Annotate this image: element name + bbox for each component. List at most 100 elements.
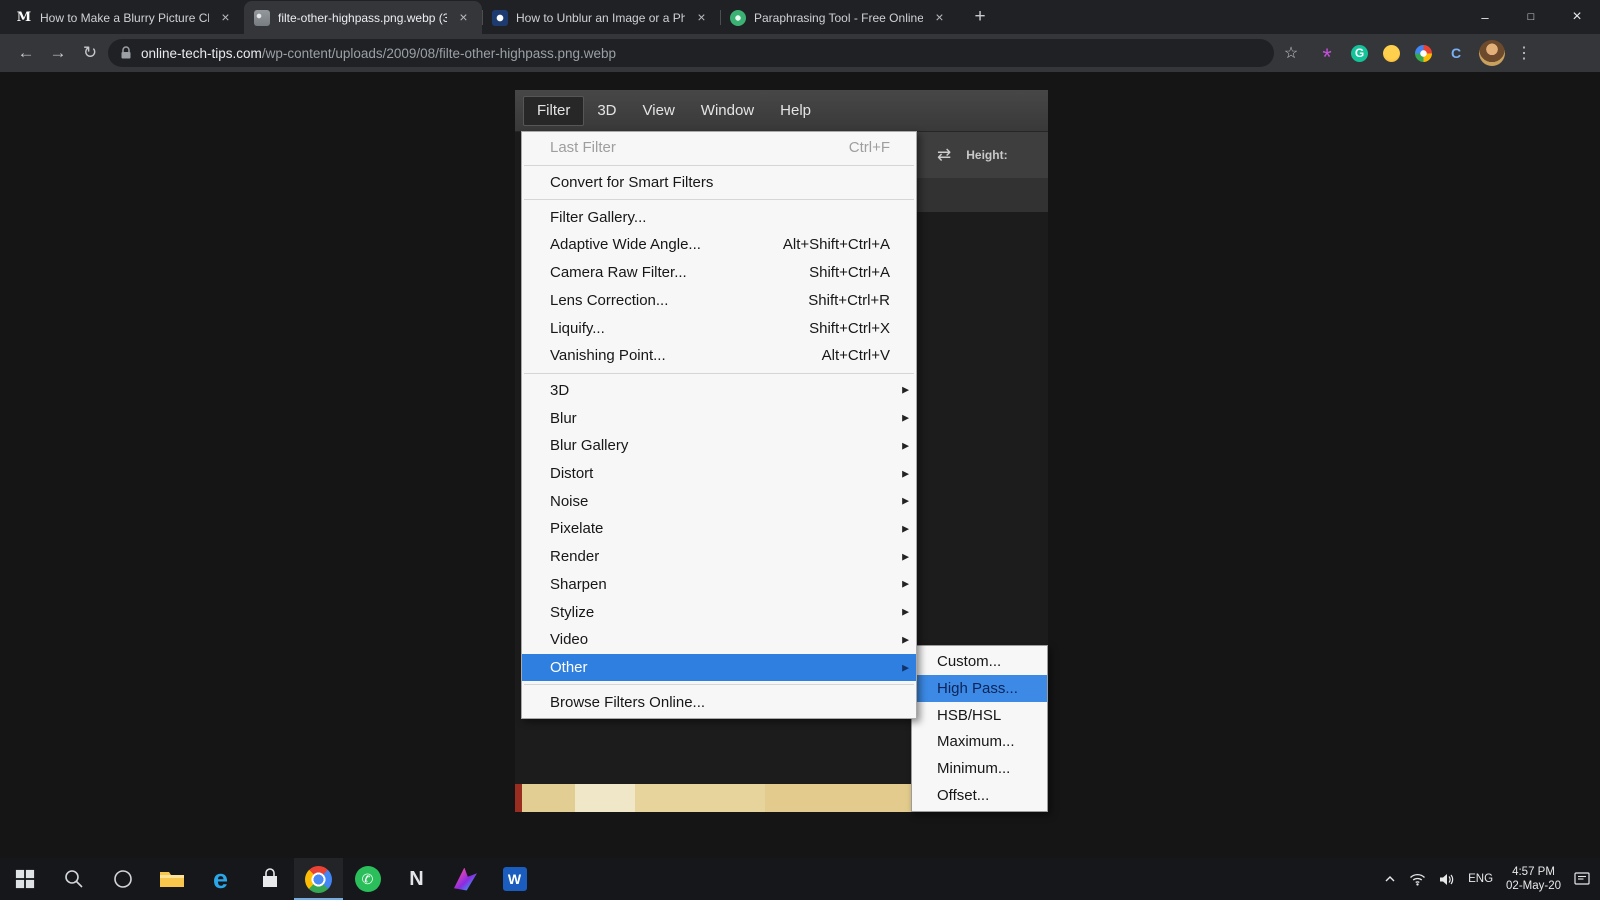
back-button[interactable]: ← xyxy=(10,38,42,68)
menu-item-adaptive-wide-angle[interactable]: Adaptive Wide Angle... Alt+Shift+Ctrl+A xyxy=(522,231,916,259)
menu-item-lens-correction[interactable]: Lens Correction... Shift+Ctrl+R xyxy=(522,287,916,315)
menu-item-blur[interactable]: Blur ▶ xyxy=(522,404,916,432)
netflix-button[interactable]: N xyxy=(392,858,441,900)
tab-paraphrasing-tool[interactable]: Paraphrasing Tool - Free Online T × xyxy=(720,1,958,34)
menu-item-pixelate[interactable]: Pixelate ▶ xyxy=(522,515,916,543)
menu-item-3d[interactable]: 3D ▶ xyxy=(522,377,916,405)
tab-close-icon[interactable]: × xyxy=(455,9,472,26)
tab-title: How to Unblur an Image or a Ph xyxy=(516,10,685,25)
edge-icon: e xyxy=(212,863,229,894)
start-button[interactable] xyxy=(0,858,49,900)
menu-item-shortcut: Shift+Ctrl+R xyxy=(808,291,890,309)
submenu-item-hsb-hsl[interactable]: HSB/HSL xyxy=(912,702,1047,729)
menu-item-last-filter: Last Filter Ctrl+F xyxy=(522,134,916,162)
paint3d-icon xyxy=(454,867,477,891)
lock-icon xyxy=(120,46,132,60)
extension-pin-icon[interactable]: * xyxy=(1318,40,1336,69)
new-tab-button[interactable]: + xyxy=(966,3,994,31)
menu-item-label: Convert for Smart Filters xyxy=(550,174,714,192)
whatsapp-button[interactable]: ✆ xyxy=(343,858,392,900)
submenu-item-offset[interactable]: Offset... xyxy=(912,782,1047,809)
photoshop-screenshot-image: Filter 3D View Window Help ⇄ Height: Las… xyxy=(515,90,1048,812)
menu-item-label: Noise xyxy=(550,492,589,510)
menu-item-distort[interactable]: Distort ▶ xyxy=(522,460,916,488)
tab-unblur-image[interactable]: How to Unblur an Image or a Ph × xyxy=(482,1,720,34)
grammarly-extension-icon[interactable]: G xyxy=(1351,44,1368,62)
filter-menu-dropdown: Last Filter Ctrl+F Convert for Smart Fil… xyxy=(521,131,917,719)
network-wifi-icon[interactable] xyxy=(1409,873,1426,886)
submenu-item-maximum[interactable]: Maximum... xyxy=(912,728,1047,755)
submenu-item-label: HSB/HSL xyxy=(937,706,1002,724)
menu-item-label: Lens Correction... xyxy=(550,291,669,309)
microsoft-store-button[interactable] xyxy=(245,858,294,900)
ps-menu-window[interactable]: Window xyxy=(688,96,767,126)
menu-item-sharpen[interactable]: Sharpen ▶ xyxy=(522,571,916,599)
address-bar[interactable]: online-tech-tips.com /wp-content/uploads… xyxy=(108,39,1274,67)
c-extension-icon[interactable]: C xyxy=(1447,44,1465,62)
menu-item-video[interactable]: Video ▶ xyxy=(522,626,916,654)
volume-icon[interactable] xyxy=(1439,873,1455,886)
tray-chevron-up-icon[interactable] xyxy=(1384,875,1396,883)
tab-blurry-picture[interactable]: M How to Make a Blurry Picture Cle × xyxy=(6,1,244,34)
menu-item-liquify[interactable]: Liquify... Shift+Ctrl+X xyxy=(522,314,916,342)
tab-close-icon[interactable]: × xyxy=(217,9,234,26)
menu-item-other[interactable]: Other ▶ xyxy=(522,653,916,682)
ps-menu-view[interactable]: View xyxy=(630,96,688,126)
menu-item-camera-raw-filter[interactable]: Camera Raw Filter... Shift+Ctrl+A xyxy=(522,259,916,287)
forward-button[interactable]: → xyxy=(42,38,74,68)
edge-button[interactable]: e xyxy=(196,858,245,900)
menu-item-convert-smart-filters[interactable]: Convert for Smart Filters xyxy=(522,169,916,197)
menu-item-blur-gallery[interactable]: Blur Gallery ▶ xyxy=(522,432,916,460)
whatsapp-icon: ✆ xyxy=(354,866,381,892)
window-maximize-button[interactable]: □ xyxy=(1508,0,1554,34)
search-button[interactable] xyxy=(49,858,98,900)
menu-item-render[interactable]: Render ▶ xyxy=(522,543,916,571)
google-extension-icon[interactable] xyxy=(1415,44,1432,62)
window-close-button[interactable]: × xyxy=(1554,0,1600,34)
reload-button[interactable]: ↻ xyxy=(74,38,106,68)
ps-menu-3d[interactable]: 3D xyxy=(584,96,629,126)
menu-item-label: Video xyxy=(550,631,589,649)
taskbar-clock[interactable]: 4:57 PM 02-May-20 xyxy=(1506,865,1561,893)
menu-item-shortcut: Shift+Ctrl+A xyxy=(809,264,890,282)
menu-item-browse-filters-online[interactable]: Browse Filters Online... xyxy=(522,688,916,716)
submenu-item-high-pass[interactable]: High Pass... xyxy=(912,674,1047,702)
cortana-button[interactable] xyxy=(98,858,147,900)
emoji-extension-icon[interactable] xyxy=(1383,44,1400,62)
submenu-item-minimum[interactable]: Minimum... xyxy=(912,755,1047,782)
language-indicator[interactable]: ENG xyxy=(1468,873,1493,885)
ps-menu-help[interactable]: Help xyxy=(767,96,824,126)
extensions-area: * G C xyxy=(1318,40,1465,69)
file-explorer-button[interactable] xyxy=(147,858,196,900)
action-center-icon[interactable] xyxy=(1574,872,1590,886)
menu-item-filter-gallery[interactable]: Filter Gallery... xyxy=(522,203,916,231)
submenu-item-custom[interactable]: Custom... xyxy=(912,648,1047,675)
menu-item-noise[interactable]: Noise ▶ xyxy=(522,487,916,515)
submenu-arrow-icon: ▶ xyxy=(902,662,909,672)
chrome-icon xyxy=(305,865,332,893)
tab-close-icon[interactable]: × xyxy=(693,9,710,26)
submenu-item-label: Minimum... xyxy=(937,760,1011,778)
paint3d-button[interactable] xyxy=(441,858,490,900)
menu-item-label: Adaptive Wide Angle... xyxy=(550,236,701,254)
tab-close-icon[interactable]: × xyxy=(931,9,948,26)
bookmark-star-icon[interactable]: ☆ xyxy=(1276,38,1306,68)
ps-menu-bar: Filter 3D View Window Help xyxy=(515,90,1048,132)
ps-menu-filter[interactable]: Filter xyxy=(523,95,585,126)
profile-avatar[interactable] xyxy=(1479,40,1505,66)
tab-highpass-image[interactable]: filte-other-highpass.png.webp (3 × xyxy=(244,1,482,34)
browser-menu-button[interactable]: ⋮ xyxy=(1511,38,1537,68)
ps-options-bar: ⇄ Height: xyxy=(917,132,1048,178)
window-minimize-button[interactable]: – xyxy=(1462,0,1508,34)
submenu-arrow-icon: ▶ xyxy=(902,634,909,645)
menu-separator xyxy=(524,684,914,686)
photo-strip xyxy=(515,784,911,812)
tab-title: filte-other-highpass.png.webp (3 xyxy=(278,10,447,25)
chrome-taskbar-button[interactable] xyxy=(294,858,343,900)
word-button[interactable]: W xyxy=(490,858,539,900)
menu-item-stylize[interactable]: Stylize ▶ xyxy=(522,598,916,626)
submenu-arrow-icon: ▶ xyxy=(902,440,909,451)
tab-title: Paraphrasing Tool - Free Online T xyxy=(754,10,923,25)
menu-item-vanishing-point[interactable]: Vanishing Point... Alt+Ctrl+V xyxy=(522,342,916,370)
menu-item-label: Browse Filters Online... xyxy=(550,693,706,711)
